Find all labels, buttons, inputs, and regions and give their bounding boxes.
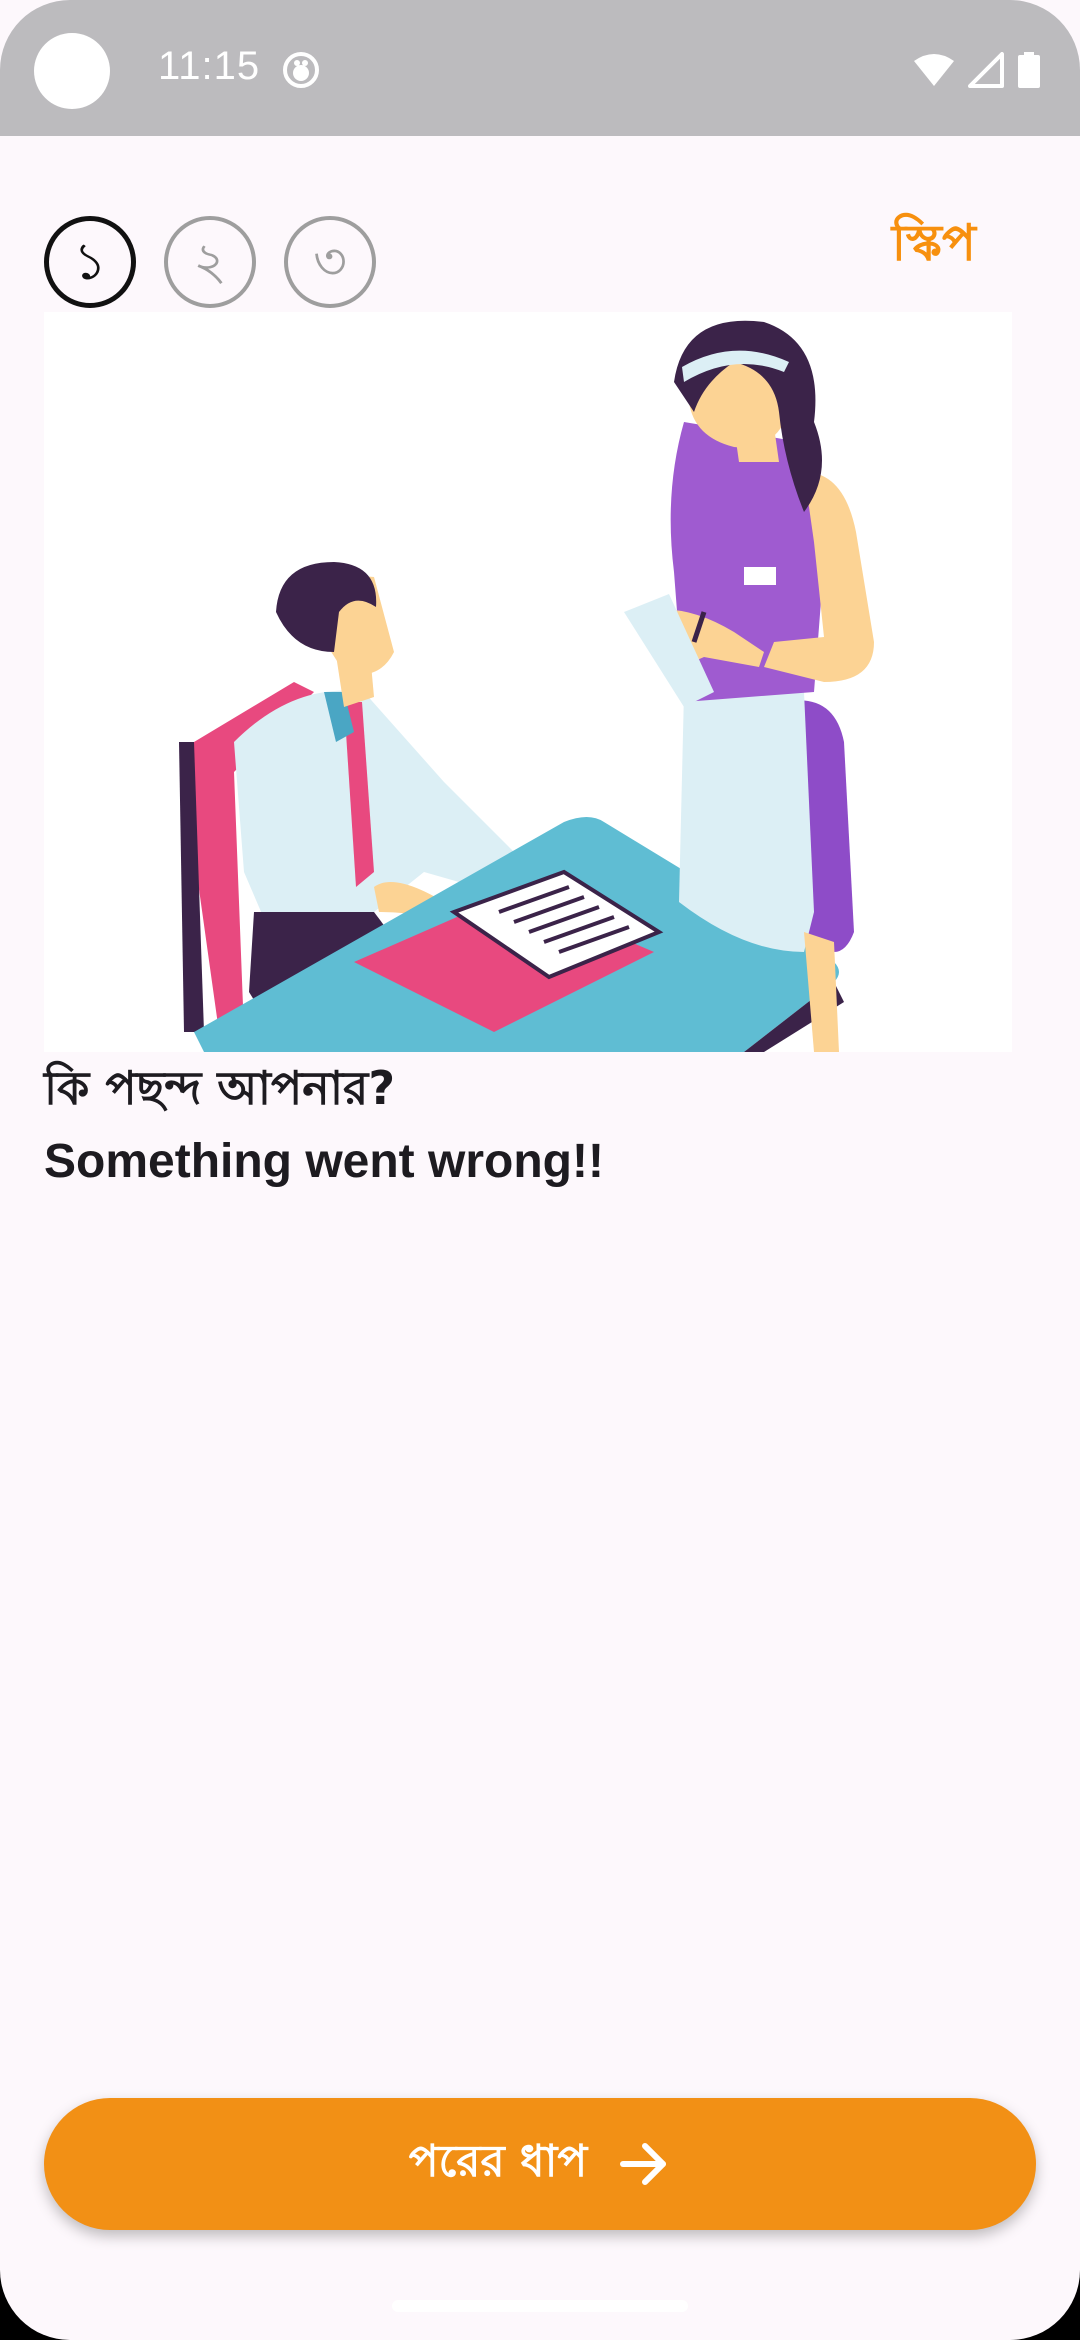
arrow-right-icon xyxy=(620,2143,667,2185)
onboarding-illustration xyxy=(44,312,1012,1052)
skip-button[interactable]: স্কিপ xyxy=(892,206,976,289)
status-icons xyxy=(914,50,1040,90)
camera-cutout xyxy=(34,33,110,109)
status-bar: 11:15 xyxy=(0,0,1080,136)
next-step-label: পরের ধাপ xyxy=(408,2135,588,2187)
error-message: Something went wrong!! xyxy=(44,1135,604,1188)
app-screen: 11:15 ১ ২ ৩ স্কিপ কি পছন্দ আপনার? Someth… xyxy=(0,0,1080,2340)
question-title: কি পছন্দ আপনার? xyxy=(44,1061,396,1115)
status-time: 11:15 xyxy=(158,44,261,88)
next-step-button[interactable]: পরের ধাপ xyxy=(44,2098,1036,2230)
waitress-taking-order-illustration xyxy=(179,320,874,1052)
battery-icon xyxy=(1018,52,1040,88)
wifi-icon xyxy=(914,54,954,86)
signal-icon xyxy=(968,52,1004,88)
notification-face-icon xyxy=(283,52,319,88)
step-3[interactable]: ৩ xyxy=(284,216,376,308)
step-1[interactable]: ১ xyxy=(44,216,136,308)
step-2[interactable]: ২ xyxy=(164,216,256,308)
step-indicator: ১ ২ ৩ xyxy=(44,216,376,308)
home-gesture-bar[interactable] xyxy=(392,2300,688,2312)
